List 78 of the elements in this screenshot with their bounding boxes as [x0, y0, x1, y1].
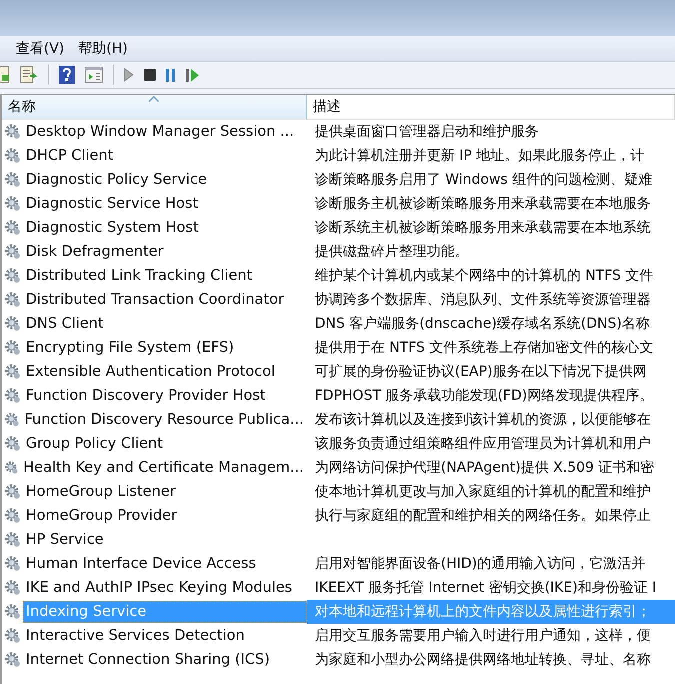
gear-icon: [5, 388, 21, 404]
gear-icon: [5, 148, 21, 164]
service-description: DNS 客户端服务(dnscache)缓存域名系统(DNS)名称: [314, 315, 652, 334]
service-name[interactable]: Distributed Transaction Coordinator: [23, 289, 288, 311]
service-name[interactable]: Human Interface Device Access: [23, 553, 260, 575]
gear-icon: [5, 436, 21, 452]
gear-icon: [5, 580, 21, 596]
service-name[interactable]: DHCP Client: [23, 145, 117, 167]
service-description: IKEEXT 服务托管 Internet 密钥交换(IKE)和身份验证 I: [314, 579, 658, 598]
gear-icon: [5, 508, 21, 524]
service-name[interactable]: Diagnostic System Host: [23, 217, 202, 239]
service-name[interactable]: Interactive Services Detection: [23, 625, 248, 647]
gear-icon: [5, 412, 20, 428]
service-name[interactable]: Group Policy Client: [23, 433, 166, 455]
service-name[interactable]: Internet Connection Sharing (ICS): [23, 649, 274, 671]
service-name[interactable]: Desktop Window Manager Session ...: [23, 121, 298, 143]
service-description: 该服务负责通过组策略组件应用管理员为计算机和用户: [314, 435, 652, 454]
service-name[interactable]: DNS Client: [23, 313, 107, 335]
service-name[interactable]: HP Service: [23, 529, 107, 551]
help-icon[interactable]: [59, 66, 75, 84]
document-icon[interactable]: [0, 66, 10, 84]
gear-icon: [5, 652, 21, 668]
service-description: 发布该计算机以及连接到该计算机的资源，以便能够在: [314, 411, 652, 430]
service-name[interactable]: HomeGroup Provider: [23, 505, 180, 527]
menu-item[interactable]: 查看(V): [16, 40, 65, 58]
service-name[interactable]: Function Discovery Provider Host: [23, 385, 269, 407]
service-name[interactable]: Diagnostic Policy Service: [23, 169, 210, 191]
service-name[interactable]: Function Discovery Resource Publica...: [22, 409, 307, 431]
service-description: 协调跨多个数据库、消息队列、文件系统等资源管理器: [314, 291, 652, 310]
column-header[interactable]: 描述: [307, 95, 675, 120]
gear-icon: [5, 532, 21, 548]
play-icon[interactable]: [124, 68, 134, 82]
gear-icon: [5, 460, 19, 476]
service-description: 使本地计算机更改与加入家庭组的计算机的配置和维护: [314, 483, 652, 502]
gear-icon: [5, 124, 21, 140]
gear-icon: [5, 556, 21, 572]
service-description: 为此计算机注册并更新 IP 地址。如果此服务停止，计: [314, 147, 646, 166]
resume-icon[interactable]: [186, 68, 199, 82]
gear-icon: [5, 292, 21, 308]
window-icon[interactable]: [85, 67, 103, 83]
service-description: 为家庭和小型办公网络提供网络地址转换、寻址、名称: [314, 651, 652, 670]
service-description: 执行与家庭组的配置和维护相关的网络任务。如果停止: [314, 507, 652, 526]
service-description: 提供桌面窗口管理器启动和维护服务: [314, 123, 540, 142]
gear-icon: [5, 196, 21, 212]
gear-icon: [5, 484, 21, 500]
service-name[interactable]: Encrypting File System (EFS): [23, 337, 238, 359]
service-name[interactable]: Extensible Authentication Protocol: [23, 361, 278, 383]
service-name[interactable]: Distributed Link Tracking Client: [23, 265, 256, 287]
column-header[interactable]: 名称: [2, 95, 307, 120]
export-icon[interactable]: [20, 66, 38, 84]
gear-icon: [5, 364, 21, 380]
pause-icon[interactable]: [166, 68, 176, 82]
service-description: FDPHOST 服务承载功能发现(FD)网络发现提供程序。: [314, 387, 654, 406]
service-name[interactable]: Diagnostic Service Host: [23, 193, 202, 215]
gear-icon: [5, 220, 21, 236]
service-description: 启用交互服务需要用户输入时进行用户通知，这样，便: [314, 627, 652, 646]
service-description: 为网络访问保护代理(NAPAgent)提供 X.509 证书和密: [314, 459, 656, 478]
service-name[interactable]: IKE and AuthIP IPsec Keying Modules: [23, 577, 296, 599]
gear-icon: [5, 340, 21, 356]
service-description: 对本地和远程计算机上的文件内容以及属性进行索引；: [307, 600, 675, 624]
service-name[interactable]: Disk Defragmenter: [23, 241, 167, 263]
gear-icon: [5, 604, 21, 620]
service-description: 提供用于在 NTFS 文件系统卷上存储加密文件的核心文: [314, 339, 655, 358]
gear-icon: [5, 628, 21, 644]
gear-icon: [5, 268, 21, 284]
service-description: 可扩展的身份验证协议(EAP)服务在以下情况下提供网: [314, 363, 648, 382]
service-description: 提供磁盘碎片整理功能。: [314, 243, 470, 262]
gear-icon: [5, 316, 21, 332]
service-name[interactable]: Health Key and Certificate Managem...: [20, 457, 307, 479]
gear-icon: [5, 244, 21, 260]
service-description: 诊断策略服务启用了 Windows 组件的问题检测、疑难: [314, 171, 654, 190]
menu-item[interactable]: 帮助(H): [78, 40, 128, 58]
service-description: 诊断系统主机被诊断策略服务用来承载需要在本地系统: [314, 219, 652, 238]
service-description: 启用对智能界面设备(HID)的通用输入访问，它激活并: [314, 555, 646, 574]
service-description: 维护某个计算机内或某个网络中的计算机的 NTFS 文件: [314, 267, 655, 286]
service-name[interactable]: HomeGroup Listener: [23, 481, 179, 503]
gear-icon: [5, 172, 21, 188]
service-description: 诊断服务主机被诊断策略服务用来承载需要在本地服务: [314, 195, 652, 214]
